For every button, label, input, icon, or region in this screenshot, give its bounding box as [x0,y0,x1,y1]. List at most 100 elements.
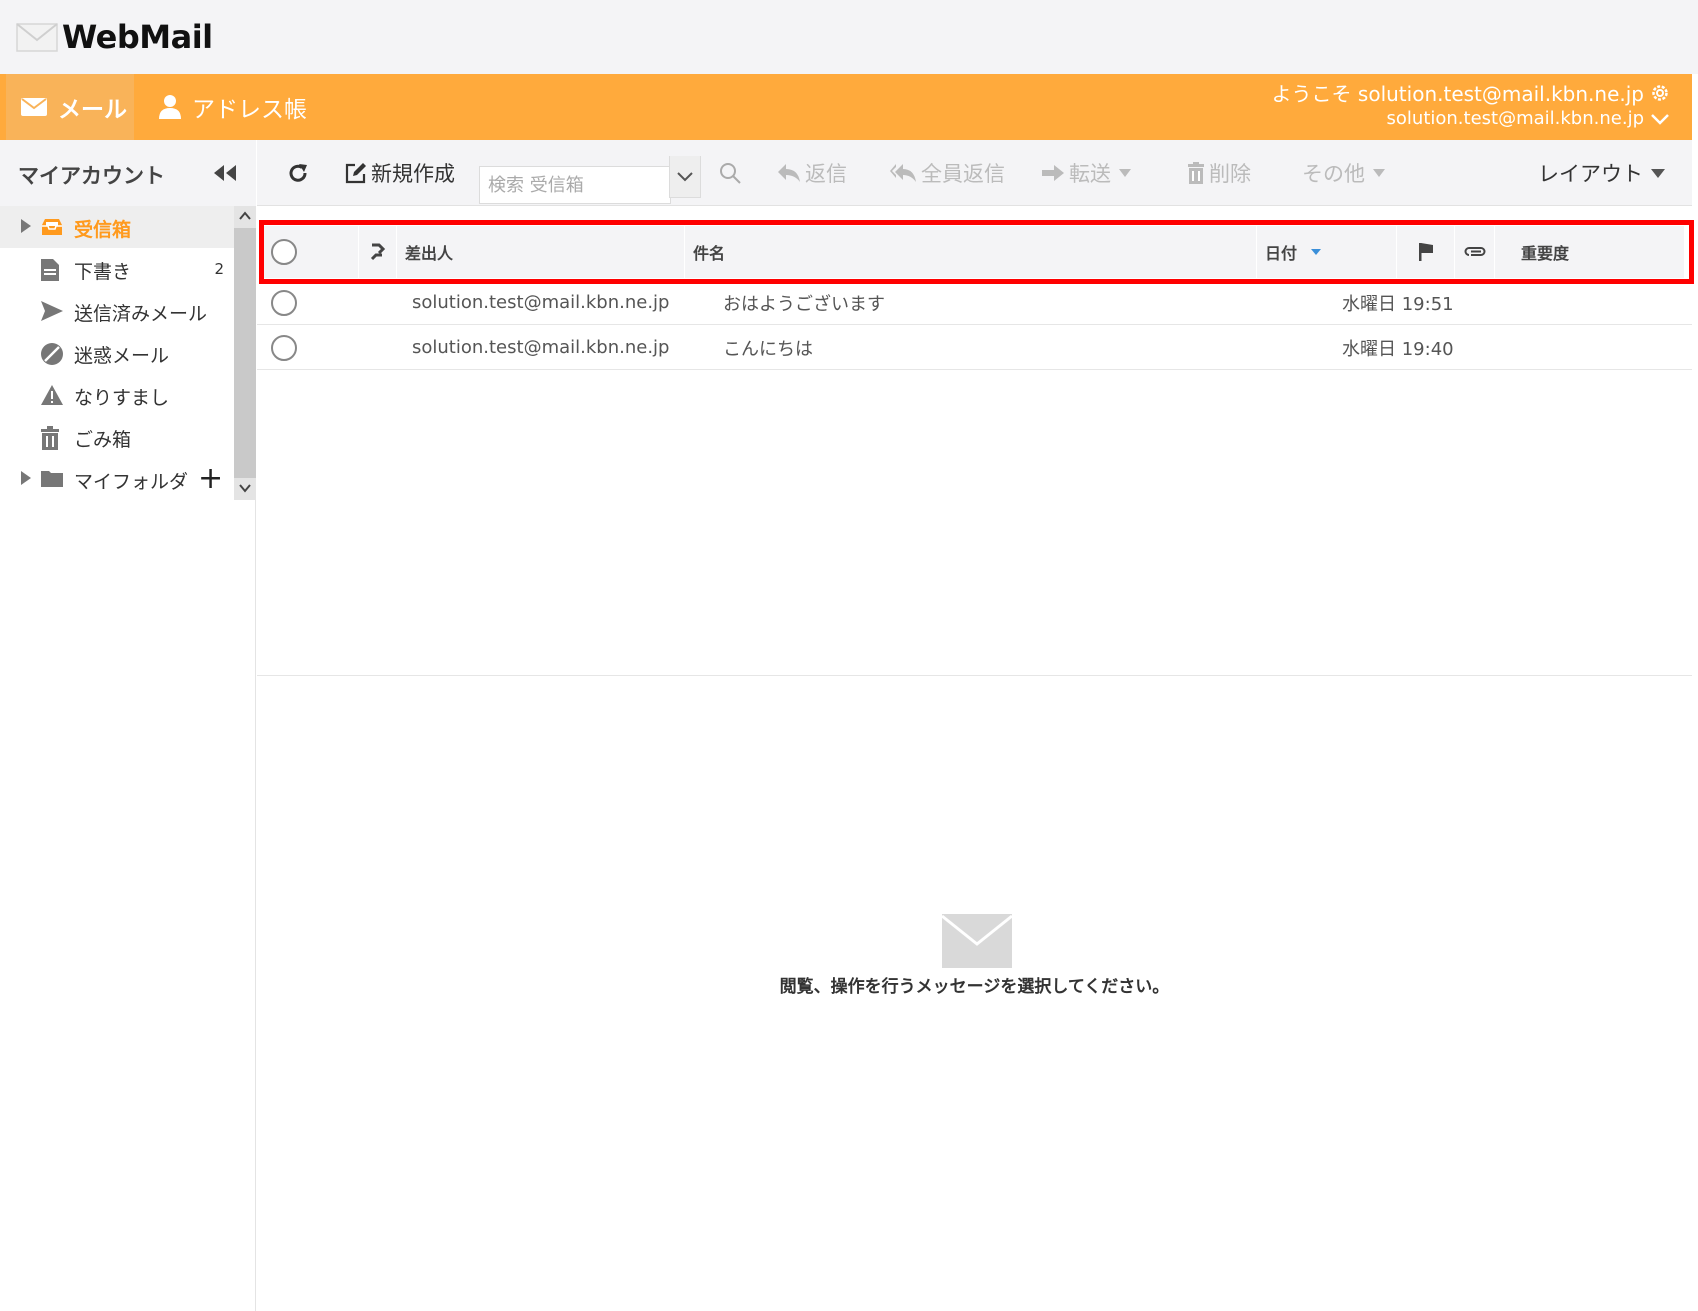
folder-inbox[interactable]: 受信箱 [0,206,234,248]
forward-button[interactable]: 転送 [1041,140,1131,206]
message-subject: おはようございます [723,293,885,315]
folder-label: ごみ箱 [74,429,132,451]
more-label: その他 [1302,162,1365,186]
mail-icon [21,98,47,116]
subject-column-header[interactable]: 件名 [685,226,1257,278]
add-folder-icon[interactable]: + [198,464,223,494]
main-nav: メール アドレス帳 ようこそ solution.test@mail.kbn.ne… [0,74,1692,140]
flag-icon [1418,243,1433,261]
folder-sidebar: マイアカウント 受信箱 下書き 2 送信済みメール 迷惑メール なりすまし ごみ… [0,140,256,1311]
reply-icon [778,164,800,182]
forward-icon [1042,165,1064,181]
tab-address-book[interactable]: アドレス帳 [156,74,307,140]
folder-label: 下書き [74,261,132,283]
message-row[interactable]: solution.test@mail.kbn.ne.jp おはようございます 水… [257,280,1692,325]
message-row[interactable]: solution.test@mail.kbn.ne.jp こんにちは 水曜日 1… [257,325,1692,370]
compose-button[interactable]: 新規作成 [345,140,455,206]
send-icon [41,301,63,321]
folder-label: なりすまし [74,387,170,409]
message-subject: こんにちは [723,338,813,360]
tab-mail[interactable]: メール [6,74,134,140]
more-button[interactable]: その他 [1302,140,1385,206]
warning-icon [41,385,63,405]
from-column-label: 差出人 [405,244,454,263]
reply-all-button[interactable]: 全員返信 [889,140,1005,206]
empty-preview-message: 閲覧、操作を行うメッセージを選択してください。 [779,977,1170,997]
priority-column-header[interactable]: 重要度 [1495,226,1569,278]
chevron-down-icon [1651,113,1669,125]
user-icon [159,95,181,119]
caret-down-icon [1119,169,1131,177]
attachment-column-header[interactable] [1455,226,1495,278]
refresh-icon [289,164,307,182]
folder-label: 送信済みメール [74,303,208,325]
compose-label: 新規作成 [371,162,455,186]
sidebar-title: マイアカウント [18,164,165,188]
chevron-down-icon [677,171,693,181]
folder-trash[interactable]: ごみ箱 [0,416,234,458]
folder-spam[interactable]: 迷惑メール [0,332,234,374]
reply-all-icon [890,164,916,182]
draft-icon [41,259,59,281]
search-input[interactable] [480,167,670,203]
account-selector[interactable]: solution.test@mail.kbn.ne.jp [1387,108,1670,129]
scroll-up-icon[interactable] [238,210,252,222]
layout-label: レイアウト [1538,162,1643,186]
select-all-checkbox[interactable] [271,239,297,265]
caret-down-icon [1651,168,1665,178]
preview-pane: 閲覧、操作を行うメッセージを選択してください。 [257,676,1692,1311]
account-selector-value: solution.test@mail.kbn.ne.jp [1386,108,1644,129]
reply-all-label: 全員返信 [921,162,1005,186]
spam-icon [41,343,63,365]
thread-column[interactable] [359,226,397,278]
trash-icon [1188,162,1204,184]
folder-sent[interactable]: 送信済みメール [0,290,234,332]
unread-count: 2 [214,260,224,278]
folder-label: 迷惑メール [74,345,170,367]
scroll-thumb[interactable] [234,228,256,478]
gear-icon[interactable] [1650,83,1670,103]
message-checkbox[interactable] [271,289,297,316]
search-options-button[interactable] [669,156,701,198]
thread-icon [370,243,385,261]
sidebar-header: マイアカウント [0,140,256,206]
delete-label: 削除 [1209,162,1251,186]
folder-spoofing[interactable]: なりすまし [0,374,234,416]
priority-column-label: 重要度 [1521,244,1570,263]
layout-button[interactable]: レイアウト [1538,140,1665,206]
message-checkbox[interactable] [271,334,297,361]
expand-arrow-icon[interactable] [20,470,32,486]
scroll-down-icon[interactable] [238,482,252,494]
from-column-header[interactable]: 差出人 [397,226,685,278]
folder-list: 受信箱 下書き 2 送信済みメール 迷惑メール なりすまし ごみ箱 マイフォルダ… [0,206,234,500]
date-column-label: 日付 [1265,244,1298,263]
subject-column-label: 件名 [693,244,726,263]
search-icon[interactable] [719,162,741,184]
collapse-sidebar-icon[interactable] [212,164,238,182]
list-header: 差出人 件名 日付 重要度 [259,220,1694,284]
welcome-label: ようこそ solution.test@mail.kbn.ne.jp [1271,82,1644,106]
date-column-header[interactable]: 日付 [1257,226,1397,278]
folder-my-folders[interactable]: マイフォルダ + [0,458,234,500]
expand-arrow-icon[interactable] [20,218,32,234]
folder-drafts[interactable]: 下書き 2 [0,248,234,290]
paperclip-icon [1464,247,1485,256]
folder-icon [41,471,63,487]
logo-text: WebMail [62,18,213,56]
message-select-cell [271,280,297,325]
message-select-cell [271,325,297,370]
inbox-icon [42,219,62,235]
folder-scrollbar[interactable] [234,206,256,500]
caret-down-icon [1373,169,1385,177]
trash-icon [41,426,59,450]
reply-button[interactable]: 返信 [777,140,847,206]
refresh-button[interactable] [287,140,313,206]
forward-label: 転送 [1069,162,1111,186]
delete-button[interactable]: 削除 [1187,140,1251,206]
reply-label: 返信 [805,162,847,186]
welcome-text: ようこそ solution.test@mail.kbn.ne.jp [1272,78,1670,107]
tab-address-book-label: アドレス帳 [192,97,307,123]
flag-column-header[interactable] [1397,226,1455,278]
logo: WebMail [16,18,213,56]
search-box [479,166,671,204]
